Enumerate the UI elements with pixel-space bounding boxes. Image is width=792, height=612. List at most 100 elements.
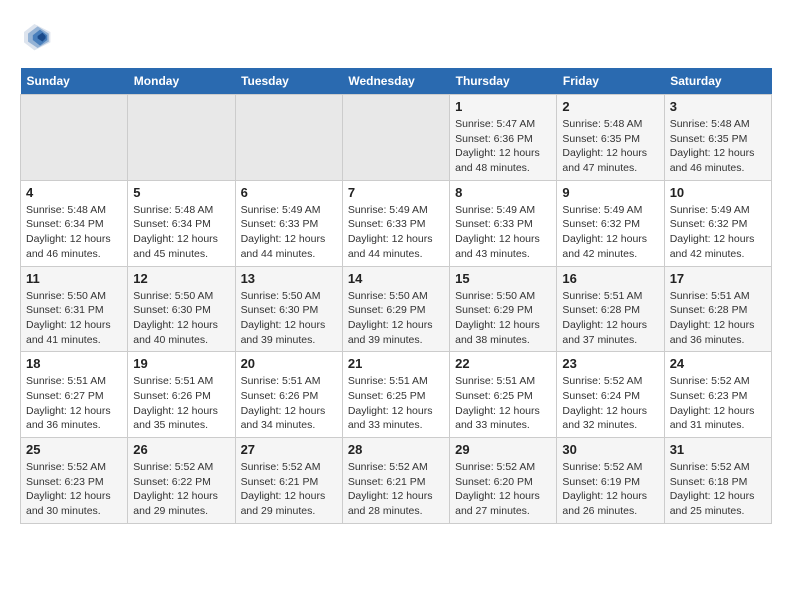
day-number: 3	[670, 99, 766, 114]
cell-content: Sunrise: 5:52 AMSunset: 6:20 PMDaylight:…	[455, 460, 551, 519]
cell-content: Sunrise: 5:52 AMSunset: 6:21 PMDaylight:…	[241, 460, 337, 519]
day-number: 5	[133, 185, 229, 200]
cell-content: Sunrise: 5:52 AMSunset: 6:21 PMDaylight:…	[348, 460, 444, 519]
day-number: 21	[348, 356, 444, 371]
logo-icon	[20, 20, 52, 52]
cell-content: Sunrise: 5:52 AMSunset: 6:22 PMDaylight:…	[133, 460, 229, 519]
weekday-header: Saturday	[664, 68, 771, 95]
calendar-cell: 18Sunrise: 5:51 AMSunset: 6:27 PMDayligh…	[21, 352, 128, 438]
calendar-cell	[128, 95, 235, 181]
day-number: 23	[562, 356, 658, 371]
cell-content: Sunrise: 5:50 AMSunset: 6:30 PMDaylight:…	[133, 289, 229, 348]
cell-content: Sunrise: 5:51 AMSunset: 6:27 PMDaylight:…	[26, 374, 122, 433]
weekday-header: Friday	[557, 68, 664, 95]
day-number: 11	[26, 271, 122, 286]
weekday-header: Wednesday	[342, 68, 449, 95]
cell-content: Sunrise: 5:48 AMSunset: 6:34 PMDaylight:…	[26, 203, 122, 262]
cell-content: Sunrise: 5:51 AMSunset: 6:26 PMDaylight:…	[241, 374, 337, 433]
calendar-cell: 3 Sunrise: 5:48 AMSunset: 6:35 PMDaylight…	[664, 95, 771, 181]
day-number: 14	[348, 271, 444, 286]
cell-content: Sunrise: 5:52 AMSunset: 6:23 PMDaylight:…	[26, 460, 122, 519]
day-number: 17	[670, 271, 766, 286]
day-number: 7	[348, 185, 444, 200]
calendar-cell: 4 Sunrise: 5:48 AMSunset: 6:34 PMDaylight…	[21, 180, 128, 266]
calendar-cell: 7 Sunrise: 5:49 AMSunset: 6:33 PMDaylight…	[342, 180, 449, 266]
calendar-cell: 28 Sunrise: 5:52 AMSunset: 6:21 PMDayligh…	[342, 438, 449, 524]
calendar-cell: 8Sunrise: 5:49 AMSunset: 6:33 PMDaylight…	[450, 180, 557, 266]
calendar-cell: 30 Sunrise: 5:52 AMSunset: 6:19 PMDayligh…	[557, 438, 664, 524]
cell-content: Sunrise: 5:50 AMSunset: 6:29 PMDaylight:…	[455, 289, 551, 348]
cell-content: Sunrise: 5:51 AMSunset: 6:25 PMDaylight:…	[455, 374, 551, 433]
weekday-header: Monday	[128, 68, 235, 95]
calendar-cell	[235, 95, 342, 181]
day-number: 29	[455, 442, 551, 457]
cell-content: Sunrise: 5:48 AMSunset: 6:35 PMDaylight:…	[562, 117, 658, 176]
calendar-cell: 20 Sunrise: 5:51 AMSunset: 6:26 PMDayligh…	[235, 352, 342, 438]
calendar-cell: 26 Sunrise: 5:52 AMSunset: 6:22 PMDayligh…	[128, 438, 235, 524]
day-number: 31	[670, 442, 766, 457]
day-number: 10	[670, 185, 766, 200]
cell-content: Sunrise: 5:49 AMSunset: 6:33 PMDaylight:…	[348, 203, 444, 262]
calendar-cell: 17 Sunrise: 5:51 AMSunset: 6:28 PMDayligh…	[664, 266, 771, 352]
logo	[20, 20, 56, 52]
day-number: 9	[562, 185, 658, 200]
page-header	[20, 20, 772, 52]
day-number: 30	[562, 442, 658, 457]
calendar-cell: 27 Sunrise: 5:52 AMSunset: 6:21 PMDayligh…	[235, 438, 342, 524]
cell-content: Sunrise: 5:52 AMSunset: 6:24 PMDaylight:…	[562, 374, 658, 433]
cell-content: Sunrise: 5:52 AMSunset: 6:23 PMDaylight:…	[670, 374, 766, 433]
cell-content: Sunrise: 5:51 AMSunset: 6:28 PMDaylight:…	[562, 289, 658, 348]
cell-content: Sunrise: 5:51 AMSunset: 6:28 PMDaylight:…	[670, 289, 766, 348]
cell-content: Sunrise: 5:50 AMSunset: 6:31 PMDaylight:…	[26, 289, 122, 348]
day-number: 19	[133, 356, 229, 371]
day-number: 20	[241, 356, 337, 371]
calendar-cell: 14 Sunrise: 5:50 AMSunset: 6:29 PMDayligh…	[342, 266, 449, 352]
calendar-cell: 6 Sunrise: 5:49 AMSunset: 6:33 PMDaylight…	[235, 180, 342, 266]
cell-content: Sunrise: 5:49 AMSunset: 6:32 PMDaylight:…	[670, 203, 766, 262]
day-number: 22	[455, 356, 551, 371]
calendar-cell: 21 Sunrise: 5:51 AMSunset: 6:25 PMDayligh…	[342, 352, 449, 438]
calendar-cell: 9Sunrise: 5:49 AMSunset: 6:32 PMDaylight…	[557, 180, 664, 266]
day-number: 16	[562, 271, 658, 286]
cell-content: Sunrise: 5:52 AMSunset: 6:18 PMDaylight:…	[670, 460, 766, 519]
calendar-cell: 5Sunrise: 5:48 AMSunset: 6:34 PMDaylight…	[128, 180, 235, 266]
calendar-cell: 22 Sunrise: 5:51 AMSunset: 6:25 PMDayligh…	[450, 352, 557, 438]
cell-content: Sunrise: 5:50 AMSunset: 6:29 PMDaylight:…	[348, 289, 444, 348]
calendar-header-row: SundayMondayTuesdayWednesdayThursdayFrid…	[21, 68, 772, 95]
calendar-cell: 23 Sunrise: 5:52 AMSunset: 6:24 PMDayligh…	[557, 352, 664, 438]
calendar-week-row: 4 Sunrise: 5:48 AMSunset: 6:34 PMDaylight…	[21, 180, 772, 266]
calendar-cell: 25 Sunrise: 5:52 AMSunset: 6:23 PMDayligh…	[21, 438, 128, 524]
cell-content: Sunrise: 5:50 AMSunset: 6:30 PMDaylight:…	[241, 289, 337, 348]
calendar-cell: 15Sunrise: 5:50 AMSunset: 6:29 PMDayligh…	[450, 266, 557, 352]
day-number: 28	[348, 442, 444, 457]
calendar-cell: 16 Sunrise: 5:51 AMSunset: 6:28 PMDayligh…	[557, 266, 664, 352]
weekday-header: Sunday	[21, 68, 128, 95]
day-number: 26	[133, 442, 229, 457]
day-number: 12	[133, 271, 229, 286]
day-number: 25	[26, 442, 122, 457]
calendar-week-row: 11 Sunrise: 5:50 AMSunset: 6:31 PMDayligh…	[21, 266, 772, 352]
calendar-week-row: 25 Sunrise: 5:52 AMSunset: 6:23 PMDayligh…	[21, 438, 772, 524]
calendar-cell: 13 Sunrise: 5:50 AMSunset: 6:30 PMDayligh…	[235, 266, 342, 352]
calendar-week-row: 18Sunrise: 5:51 AMSunset: 6:27 PMDayligh…	[21, 352, 772, 438]
day-number: 4	[26, 185, 122, 200]
weekday-header: Tuesday	[235, 68, 342, 95]
cell-content: Sunrise: 5:51 AMSunset: 6:25 PMDaylight:…	[348, 374, 444, 433]
calendar-cell: 2 Sunrise: 5:48 AMSunset: 6:35 PMDaylight…	[557, 95, 664, 181]
calendar-cell: 1Sunrise: 5:47 AMSunset: 6:36 PMDaylight…	[450, 95, 557, 181]
day-number: 27	[241, 442, 337, 457]
calendar-cell: 12 Sunrise: 5:50 AMSunset: 6:30 PMDayligh…	[128, 266, 235, 352]
calendar-cell: 19Sunrise: 5:51 AMSunset: 6:26 PMDayligh…	[128, 352, 235, 438]
calendar-cell: 24 Sunrise: 5:52 AMSunset: 6:23 PMDayligh…	[664, 352, 771, 438]
day-number: 1	[455, 99, 551, 114]
day-number: 13	[241, 271, 337, 286]
weekday-header: Thursday	[450, 68, 557, 95]
day-number: 2	[562, 99, 658, 114]
cell-content: Sunrise: 5:52 AMSunset: 6:19 PMDaylight:…	[562, 460, 658, 519]
cell-content: Sunrise: 5:48 AMSunset: 6:35 PMDaylight:…	[670, 117, 766, 176]
calendar-table: SundayMondayTuesdayWednesdayThursdayFrid…	[20, 68, 772, 524]
calendar-cell: 11 Sunrise: 5:50 AMSunset: 6:31 PMDayligh…	[21, 266, 128, 352]
day-number: 24	[670, 356, 766, 371]
day-number: 6	[241, 185, 337, 200]
cell-content: Sunrise: 5:49 AMSunset: 6:33 PMDaylight:…	[241, 203, 337, 262]
